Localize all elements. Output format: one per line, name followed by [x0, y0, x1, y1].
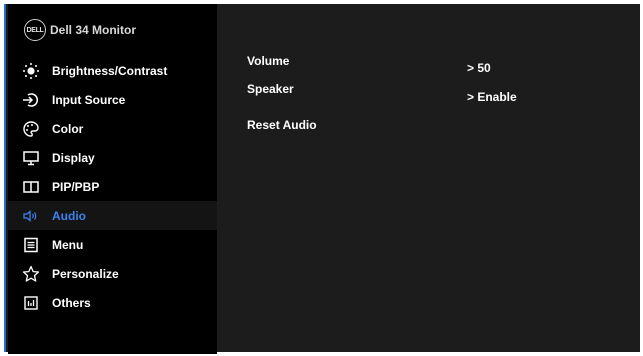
menu-item-menu[interactable]: Menu [8, 230, 217, 259]
audio-settings-panel: Volume > 50 Speaker > Enable Reset Audio [219, 4, 640, 352]
menu-item-label: Brightness/Contrast [52, 63, 168, 78]
osd-menu: Brightness/Contrast Input Source Color D… [8, 56, 217, 317]
speaker-value: > Enable [467, 90, 517, 104]
star-icon [22, 265, 40, 283]
input-source-icon [22, 91, 40, 109]
display-monitor-icon [22, 149, 40, 167]
menu-item-label: Display [52, 150, 95, 165]
dell-logo-text: DELL [26, 26, 44, 34]
menu-item-color[interactable]: Color [8, 114, 217, 143]
menu-item-label: Personalize [52, 266, 119, 281]
menu-item-brightness-contrast[interactable]: Brightness/Contrast [8, 56, 217, 85]
others-icon [22, 294, 40, 312]
menu-item-label: PIP/PBP [52, 179, 100, 194]
menu-item-input-source[interactable]: Input Source [8, 85, 217, 114]
speaker-icon [22, 207, 40, 225]
menu-item-label: Others [52, 295, 91, 310]
menu-item-label: Menu [52, 237, 84, 252]
menu-item-label: Color [52, 121, 84, 136]
menu-item-others[interactable]: Others [8, 288, 217, 317]
osd-header: DELL Dell 34 Monitor [24, 18, 136, 42]
volume-value: > 50 [467, 61, 491, 75]
menu-list-icon [22, 236, 40, 254]
sidebar: DELL Dell 34 Monitor Brightness/Contrast… [8, 4, 217, 354]
menu-item-pip-pbp[interactable]: PIP/PBP [8, 172, 217, 201]
menu-item-personalize[interactable]: Personalize [8, 259, 217, 288]
monitor-title: Dell 34 Monitor [50, 23, 137, 37]
speaker-label[interactable]: Speaker [247, 82, 294, 96]
osd-window: DELL Dell 34 Monitor Brightness/Contrast… [4, 4, 640, 354]
menu-item-audio[interactable]: Audio [8, 201, 217, 230]
pip-pbp-icon [22, 178, 40, 196]
menu-item-label: Audio [52, 208, 86, 223]
volume-label[interactable]: Volume [247, 54, 289, 68]
dell-logo: DELL [24, 19, 46, 41]
menu-item-display[interactable]: Display [8, 143, 217, 172]
color-palette-icon [22, 120, 40, 138]
brightness-icon [22, 62, 40, 80]
menu-item-label: Input Source [52, 92, 126, 107]
reset-audio-option[interactable]: Reset Audio [247, 118, 317, 132]
